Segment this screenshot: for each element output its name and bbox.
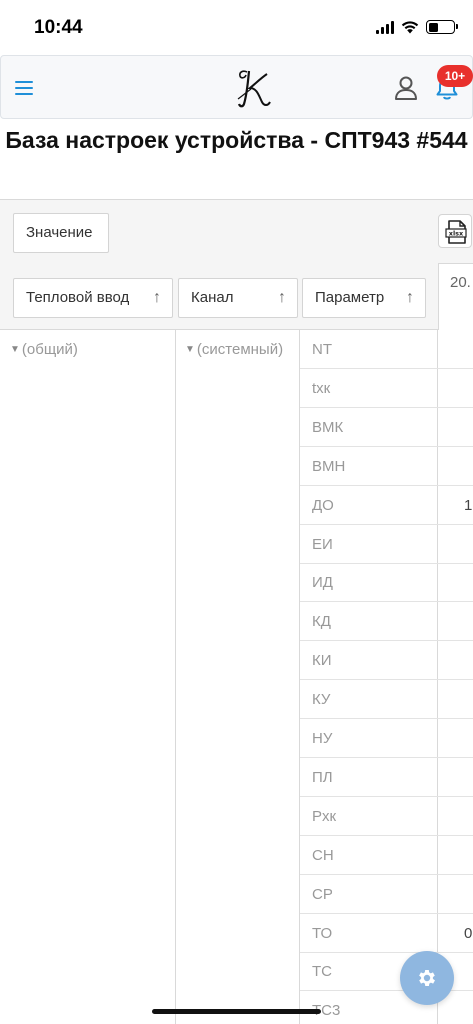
xlsx-export-button[interactable]: xlsx [438,214,472,248]
value-cell [438,680,473,719]
value-cell [438,525,473,564]
row-field-label: Параметр [315,289,384,306]
script-k-logo-icon[interactable] [233,66,275,110]
parameter-cell: СР [300,875,438,914]
column-divider [175,330,176,1024]
value-cell [438,641,473,680]
value-cell: 0 [438,914,473,953]
user-icon[interactable] [392,74,420,102]
value-field-button[interactable]: Значение [13,213,109,253]
row-field-label: Канал [191,289,233,306]
pivot-rows: ▼(общий) ▼(системный) NTtxкВМКВМНДО1ЕИИД… [0,330,473,1024]
row-field-parameter[interactable]: Параметр ↑ [302,278,426,318]
value-field-label: Значение [26,224,93,241]
parameter-cell: КД [300,602,438,641]
parameter-cell: ЕИ [300,525,438,564]
parameter-cell: НУ [300,719,438,758]
sort-arrow-up-icon[interactable]: ↑ [278,279,286,317]
parameter-cell: ВМН [300,447,438,486]
value-cell [438,408,473,447]
sort-arrow-up-icon[interactable]: ↑ [153,279,161,317]
value-cell [438,836,473,875]
value-cell: 1 [438,486,473,525]
home-indicator [152,1009,321,1014]
value-cell [438,875,473,914]
cellular-signal-icon [376,21,394,34]
group-system-label: (системный) [197,341,283,358]
app-header [0,55,473,119]
pivot-table: Значение Тепловой ввод ↑ Канал ↑ Парамет… [0,199,473,1024]
svg-text:xlsx: xlsx [449,230,464,238]
battery-icon [426,20,455,34]
sort-arrow-up-icon[interactable]: ↑ [406,279,414,317]
status-time: 10:44 [34,17,83,39]
column-header-date: 20. [438,263,473,330]
value-cell [438,602,473,641]
parameter-cell: ВМК [300,408,438,447]
parameter-cell: СН [300,836,438,875]
parameter-cell: ДО [300,486,438,525]
value-cell [438,369,473,408]
wifi-icon [401,20,419,34]
row-field-channel[interactable]: Канал ↑ [178,278,298,318]
value-cell [438,330,473,369]
gear-icon [416,967,438,989]
parameter-cell: ПЛ [300,758,438,797]
group-system-toggle[interactable]: ▼(системный) [185,341,283,358]
parameter-cell: Pхк [300,797,438,836]
parameter-cell: КИ [300,641,438,680]
group-general-label: (общий) [22,341,78,358]
xlsx-export-icon: xlsx [439,215,473,249]
row-field-heat-input[interactable]: Тепловой ввод ↑ [13,278,173,318]
collapse-triangle-icon: ▼ [185,344,195,355]
value-cell [438,797,473,836]
parameter-cell: NT [300,330,438,369]
parameter-cell: КУ [300,680,438,719]
row-field-label: Тепловой ввод [26,289,129,306]
value-cell [438,758,473,797]
collapse-triangle-icon: ▼ [10,344,20,355]
notification-badge[interactable]: 10+ [437,65,473,87]
hamburger-menu-icon[interactable] [15,76,41,100]
value-cell [438,447,473,486]
value-cell [438,719,473,758]
parameter-cell: ИД [300,563,438,602]
page-title: База настроек устройства - СПТ943 #544 [0,126,473,155]
parameter-cell: txк [300,369,438,408]
parameter-cell: ТО [300,914,438,953]
value-cell [438,563,473,602]
status-icons [376,20,455,34]
group-general-toggle[interactable]: ▼(общий) [10,341,78,358]
pivot-toolbar: Значение Тепловой ввод ↑ Канал ↑ Парамет… [0,200,473,330]
settings-fab[interactable] [400,951,454,1005]
status-bar: 10:44 [0,0,473,54]
